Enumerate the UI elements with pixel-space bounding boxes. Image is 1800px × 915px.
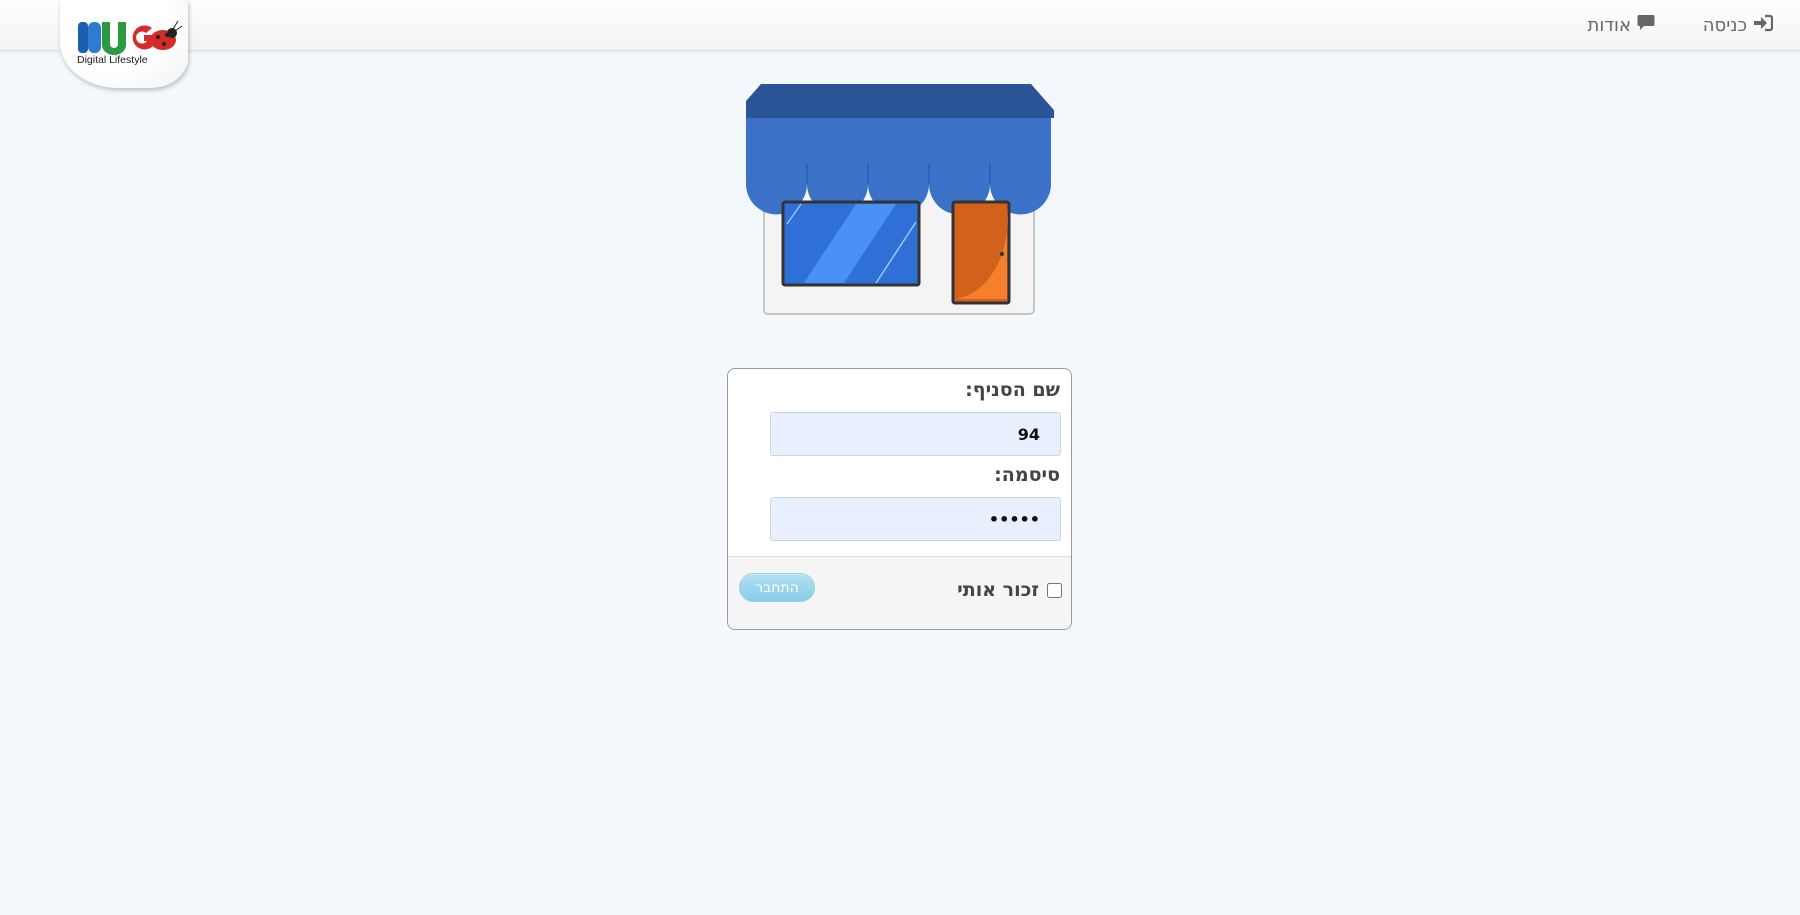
logo-tagline: Digital Lifestyle [77,54,148,66]
nav-login-link[interactable]: כניסה [1702,13,1774,37]
nav-about-link[interactable]: אודות [1588,13,1656,37]
remember-me[interactable]: זכור אותי [957,579,1062,601]
remember-me-label: זכור אותי [957,579,1039,601]
comment-icon [1637,14,1655,36]
sign-in-icon [1753,14,1774,37]
login-panel: שם הסניף: סיסמה: זכור אותי התחבר [727,368,1072,630]
password-input[interactable] [770,497,1061,541]
branch-name-input[interactable] [770,412,1061,456]
login-submit-button[interactable]: התחבר [739,573,815,602]
top-navbar: כניסה אודות [0,0,1800,51]
nav-about-label: אודות [1587,14,1632,36]
remember-me-checkbox[interactable] [1047,582,1062,598]
nav-login-label: כניסה [1702,14,1747,36]
bug-logo[interactable]: Digital Lifestyle [60,0,188,88]
login-panel-footer: זכור אותי התחבר [728,556,1071,629]
password-label: סיסמה: [994,464,1060,486]
branch-name-label: שם הסניף: [965,379,1060,401]
store-illustration [731,84,1061,320]
